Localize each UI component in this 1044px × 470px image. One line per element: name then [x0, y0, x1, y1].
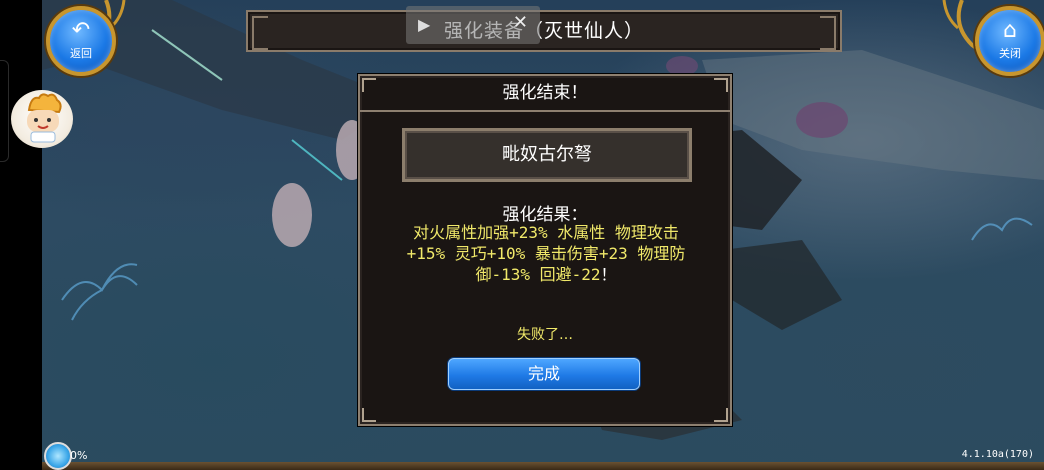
title-bar-right-cap [820, 16, 836, 50]
close-label: 关闭 [999, 47, 1021, 60]
mascot-icon [27, 93, 62, 143]
result-line: 对火属性加强+23% 水属性 物理攻击 [413, 223, 679, 242]
side-notch [0, 60, 9, 162]
back-button[interactable]: ↶ 返回 [46, 6, 116, 76]
result-text: 对火属性加强+23% 水属性 物理攻击 +15% 灵巧+10% 暴击伤害+23 … [374, 222, 718, 285]
close-x-icon[interactable]: ✕ [513, 12, 528, 33]
close-button[interactable]: ⌂ 关闭 [975, 6, 1044, 76]
bottom-bar [42, 462, 1044, 470]
dialog-corner [714, 408, 728, 422]
version-text: 4.1.10a(170) [961, 449, 1034, 460]
back-label: 返回 [70, 47, 92, 60]
window-title-bar: 强化装备（灭世仙人） [246, 10, 842, 52]
dialog-corner [362, 408, 376, 422]
result-line: +15% 灵巧+10% 暴击伤害+23 物理防 [406, 244, 686, 263]
overlay-media-control[interactable]: ▶ ✕ [406, 6, 540, 44]
progress-text: 0% [70, 449, 88, 462]
mascot-avatar[interactable] [11, 90, 73, 148]
home-icon: ⌂ [1003, 18, 1017, 43]
result-line-last: 御-13% 回避-22！ [374, 264, 718, 285]
done-button[interactable]: 完成 [448, 358, 640, 390]
left-side-bezel [0, 0, 42, 470]
dialog-title: 强化结束！ [360, 76, 730, 112]
title-bar-left-cap [252, 16, 268, 50]
item-name: 毗奴古尔弩 [402, 128, 692, 182]
fail-text: 失败了… [517, 327, 573, 343]
play-icon[interactable]: ▶ [418, 15, 430, 34]
result-line: 御-13% 回避-22 [475, 265, 601, 284]
enhance-result-dialog: 强化结束！ 毗奴古尔弩 强化结果： 对火属性加强+23% 水属性 物理攻击 +1… [358, 74, 732, 426]
result-end-mark: ！ [600, 265, 617, 284]
loading-icon [44, 442, 72, 470]
back-arrow-icon: ↶ [71, 18, 91, 43]
